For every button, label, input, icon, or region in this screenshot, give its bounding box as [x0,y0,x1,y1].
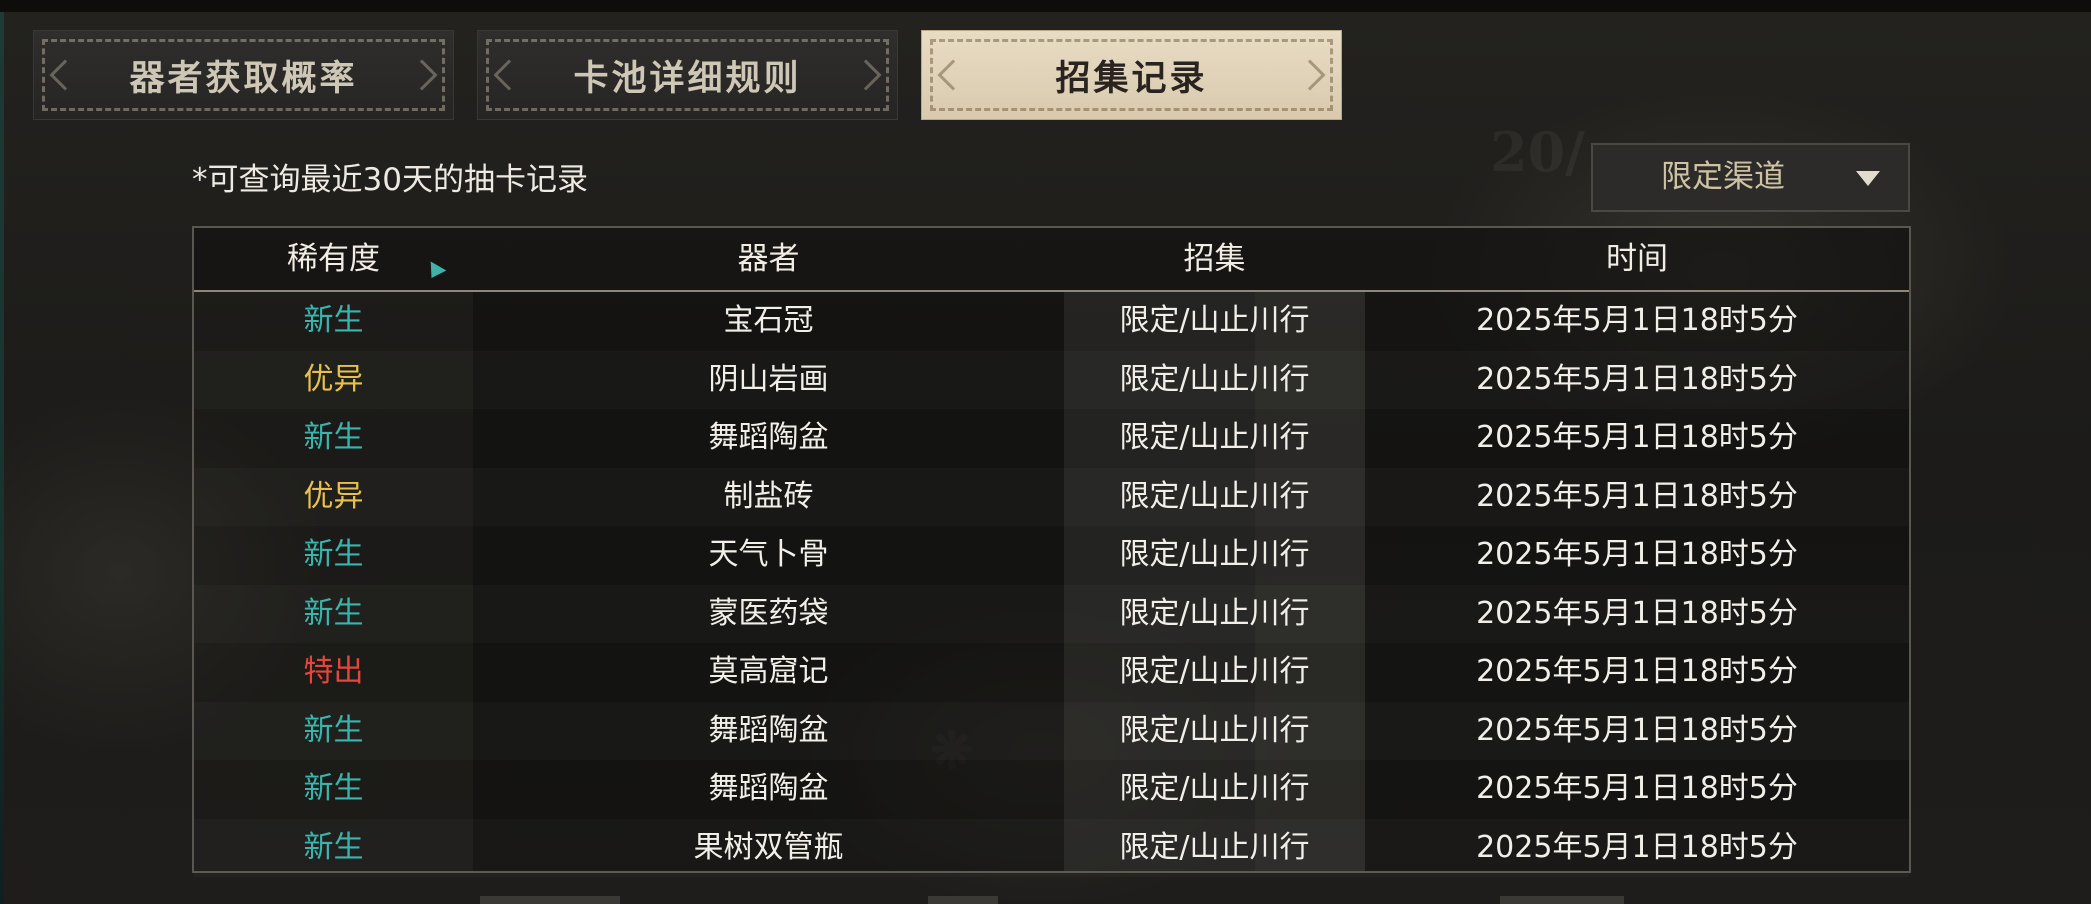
recruit-history-table: 稀有度 器者 招集 时间 新生 宝石冠 限定/山止川行 2025年5月1日18时5分优… [192,226,1911,873]
table-row: 新生 宝石冠 限定/山止川行 2025年5月1日18时5分 [194,292,1909,351]
time-cell: 2025年5月1日18时5分 [1476,771,1798,806]
table-row: 优异 制盐砖 限定/山止川行 2025年5月1日18时5分 [194,468,1909,527]
rarity-cell: 新生 [303,712,364,748]
name-cell: 蒙医药袋 [708,595,829,631]
header-name: 器者 [737,241,800,277]
bottom-button-edge [928,896,998,904]
name-cell: 舞蹈陶盆 [708,712,829,748]
table-row: 新生 蒙医药袋 限定/山止川行 2025年5月1日18时5分 [194,585,1909,644]
pool-cell: 限定/山止川行 [1119,595,1310,631]
tab-pool-rules[interactable]: 卡池详细规则 [477,30,898,120]
background-left-edge [0,12,4,904]
name-cell: 天气卜骨 [708,537,829,572]
tab-label: 招集记录 [1055,57,1208,99]
name-cell: 莫高窟记 [708,654,829,689]
caret-down-icon [1856,171,1880,186]
header-rarity[interactable]: 稀有度 [194,228,473,290]
top-edge [0,0,2091,12]
table-row: 新生 舞蹈陶盆 限定/山止川行 2025年5月1日18时5分 [194,760,1909,819]
name-cell: 果树双管瓶 [693,829,844,865]
history-notice: *可查询最近30天的抽卡记录 [192,162,588,198]
tab-label: 器者获取概率 [129,57,358,99]
time-cell: 2025年5月1日18时5分 [1476,595,1798,631]
header-pool: 招集 [1183,241,1246,277]
rarity-cell: 新生 [303,537,364,572]
name-cell: 阴山岩画 [708,361,829,397]
rarity-cell: 特出 [303,654,364,689]
rarity-cell: 优异 [303,361,364,397]
table-row: 新生 果树双管瓶 限定/山止川行 2025年5月1日18时5分 [194,819,1909,878]
time-cell: 2025年5月1日18时5分 [1476,654,1798,689]
time-cell: 2025年5月1日18时5分 [1476,361,1798,397]
pool-cell: 限定/山止川行 [1119,829,1310,865]
rarity-cell: 新生 [303,829,364,865]
table-row: 优异 阴山岩画 限定/山止川行 2025年5月1日18时5分 [194,351,1909,410]
name-cell: 制盐砖 [723,478,814,514]
tab-label: 卡池详细规则 [573,57,802,99]
channel-filter-dropdown[interactable]: 限定渠道 [1591,143,1910,212]
time-cell: 2025年5月1日18时5分 [1476,829,1798,865]
pool-cell: 限定/山止川行 [1119,654,1310,689]
dropdown-selected-value: 限定渠道 [1661,159,1785,195]
time-cell: 2025年5月1日18时5分 [1476,712,1798,748]
time-cell: 2025年5月1日18时5分 [1476,537,1798,572]
pool-cell: 限定/山止川行 [1119,771,1310,806]
table-row: 新生 舞蹈陶盆 限定/山止川行 2025年5月1日18时5分 [194,702,1909,761]
name-cell: 宝石冠 [723,303,814,338]
name-cell: 舞蹈陶盆 [708,771,829,806]
table-header: 稀有度 器者 招集 时间 [194,228,1909,292]
header-time: 时间 [1606,241,1668,277]
pool-cell: 限定/山止川行 [1119,478,1310,514]
tab-acquisition-rate[interactable]: 器者获取概率 [33,30,454,120]
time-cell: 2025年5月1日18时5分 [1476,420,1798,455]
bottom-button-edge [480,896,620,904]
pool-cell: 限定/山止川行 [1119,712,1310,748]
rarity-cell: 新生 [303,420,364,455]
table-row: 新生 天气卜骨 限定/山止川行 2025年5月1日18时5分 [194,526,1909,585]
tab-recruit-history[interactable]: 招集记录 [921,30,1342,120]
table-row: 特出 莫高窟记 限定/山止川行 2025年5月1日18时5分 [194,643,1909,702]
pool-cell: 限定/山止川行 [1119,537,1310,572]
table-row: 新生 舞蹈陶盆 限定/山止川行 2025年5月1日18时5分 [194,409,1909,468]
pool-cell: 限定/山止川行 [1119,303,1310,338]
rarity-cell: 优异 [303,478,364,514]
rarity-cell: 新生 [303,595,364,631]
table-body: 新生 宝石冠 限定/山止川行 2025年5月1日18时5分 优异 阴山岩画 限定/山止川行 2… [194,292,1909,877]
rarity-cell: 新生 [303,771,364,806]
time-cell: 2025年5月1日18时5分 [1476,303,1798,338]
time-cell: 2025年5月1日18时5分 [1476,478,1798,514]
bottom-button-edge [1500,896,1624,904]
background-decoration: 20/ [1490,120,1585,184]
pool-cell: 限定/山止川行 [1119,420,1310,455]
rarity-cell: 新生 [303,303,364,338]
pool-cell: 限定/山止川行 [1119,361,1310,397]
name-cell: 舞蹈陶盆 [708,420,829,455]
